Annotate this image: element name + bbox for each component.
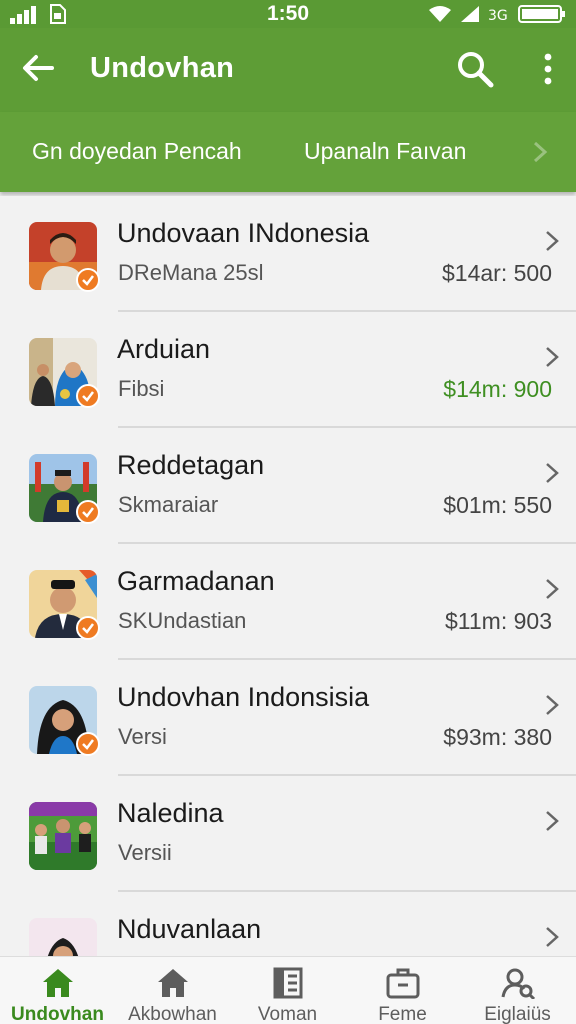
verified-badge-icon [76,616,100,640]
tab-2[interactable]: Upanaln Faıvan [304,138,466,165]
back-arrow-icon[interactable] [20,50,56,86]
page-title: Undovhan [90,52,235,84]
item-price: $11m: 903 [445,608,552,634]
app-bar: Undovhan [0,28,576,112]
chevron-right-icon [546,463,559,483]
nav-label: Akbowhan [128,1004,217,1024]
nav-item-eiglaius[interactable]: Eiglaiüs [460,957,575,1024]
item-price: $14m: 900 [443,376,552,402]
item-name: Nduvanlaan [117,914,262,944]
item-price: $93m: 380 [443,724,552,750]
tab-1[interactable]: Gn doyedan Pencah [32,138,242,165]
person-search-icon [501,968,535,999]
list-item[interactable]: Naledina Versii [0,776,576,892]
chevron-right-icon [546,231,559,251]
item-list: Undovaan INdonesia DReMana 25sl $14ar: 5… [0,196,576,956]
list-item[interactable]: Undovaan INdonesia DReMana 25sl $14ar: 5… [0,196,576,312]
item-subtitle: Skmaraiar [118,492,219,517]
list-item[interactable]: Arduian Fibsi $14m: 900 [0,312,576,428]
nav-item-feme[interactable]: Feme [345,957,460,1024]
item-name: Naledina [117,798,224,828]
data-icon: 3G [488,8,508,23]
verified-badge-icon [76,500,100,524]
nav-item-voman[interactable]: Voman [230,957,345,1024]
home-icon [157,969,188,997]
nav-label: Feme [378,1004,427,1024]
list-item[interactable]: Garmadanan SKUndastian $11m: 903 [0,544,576,660]
avatar [29,802,97,870]
document-icon [273,967,302,999]
tab-bar: Gn doyedan Pencah Upanaln Faıvan [0,112,576,192]
verified-badge-icon [76,732,100,756]
chevron-right-icon [546,927,559,947]
item-price: $14ar: 500 [442,260,552,286]
cell-signal-icon [461,6,479,22]
battery-icon [518,5,565,23]
list-item[interactable]: Reddetagan Skmaraiar $01m: 550 [0,428,576,544]
item-subtitle: Versii [118,840,172,865]
nav-item-undovhan[interactable]: Undovhan [0,957,115,1024]
avatar [29,918,97,956]
verified-badge-icon [76,268,100,292]
chevron-right-icon [546,347,559,367]
more-options-icon[interactable] [536,52,560,86]
search-icon[interactable] [456,50,494,88]
item-name: Undovaan INdonesia [117,218,370,248]
briefcase-icon [386,968,419,999]
svg-text:3G: 3G [488,8,508,23]
nav-label: Voman [257,1004,318,1024]
list-item[interactable]: Nduvanlaan [0,892,576,956]
list-item[interactable]: Undovhan Indonsisia Versi $93m: 380 [0,660,576,776]
wifi-icon [429,6,451,22]
chevron-right-icon [546,811,559,831]
item-subtitle: SKUndastian [118,608,247,633]
item-name: Garmadanan [117,566,275,596]
chevron-right-icon [546,695,559,715]
home-icon [42,969,73,997]
verified-badge-icon [76,384,100,408]
nav-item-akbowhan[interactable]: Akbowhan [115,957,230,1024]
status-right-icons: 3G [428,4,566,24]
item-name: Reddetagan [117,450,265,480]
item-price: $01m: 550 [443,492,552,518]
nav-label: Undovhan [11,1004,104,1024]
item-subtitle: DReMana 25sl [118,260,264,285]
tab-scroll-chevron-icon[interactable] [532,140,548,164]
item-subtitle: Versi [118,724,167,749]
item-subtitle: Fibsi [118,376,165,401]
chevron-right-icon [546,579,559,599]
item-name: Undovhan Indonsisia [117,682,370,712]
bottom-nav: Undovhan Akbowhan Voman Feme Eiglaiüs [0,956,576,1024]
item-name: Arduian [117,334,211,364]
status-bar: 1:50 3G [0,0,576,28]
nav-label: Eiglaiüs [484,1004,551,1024]
